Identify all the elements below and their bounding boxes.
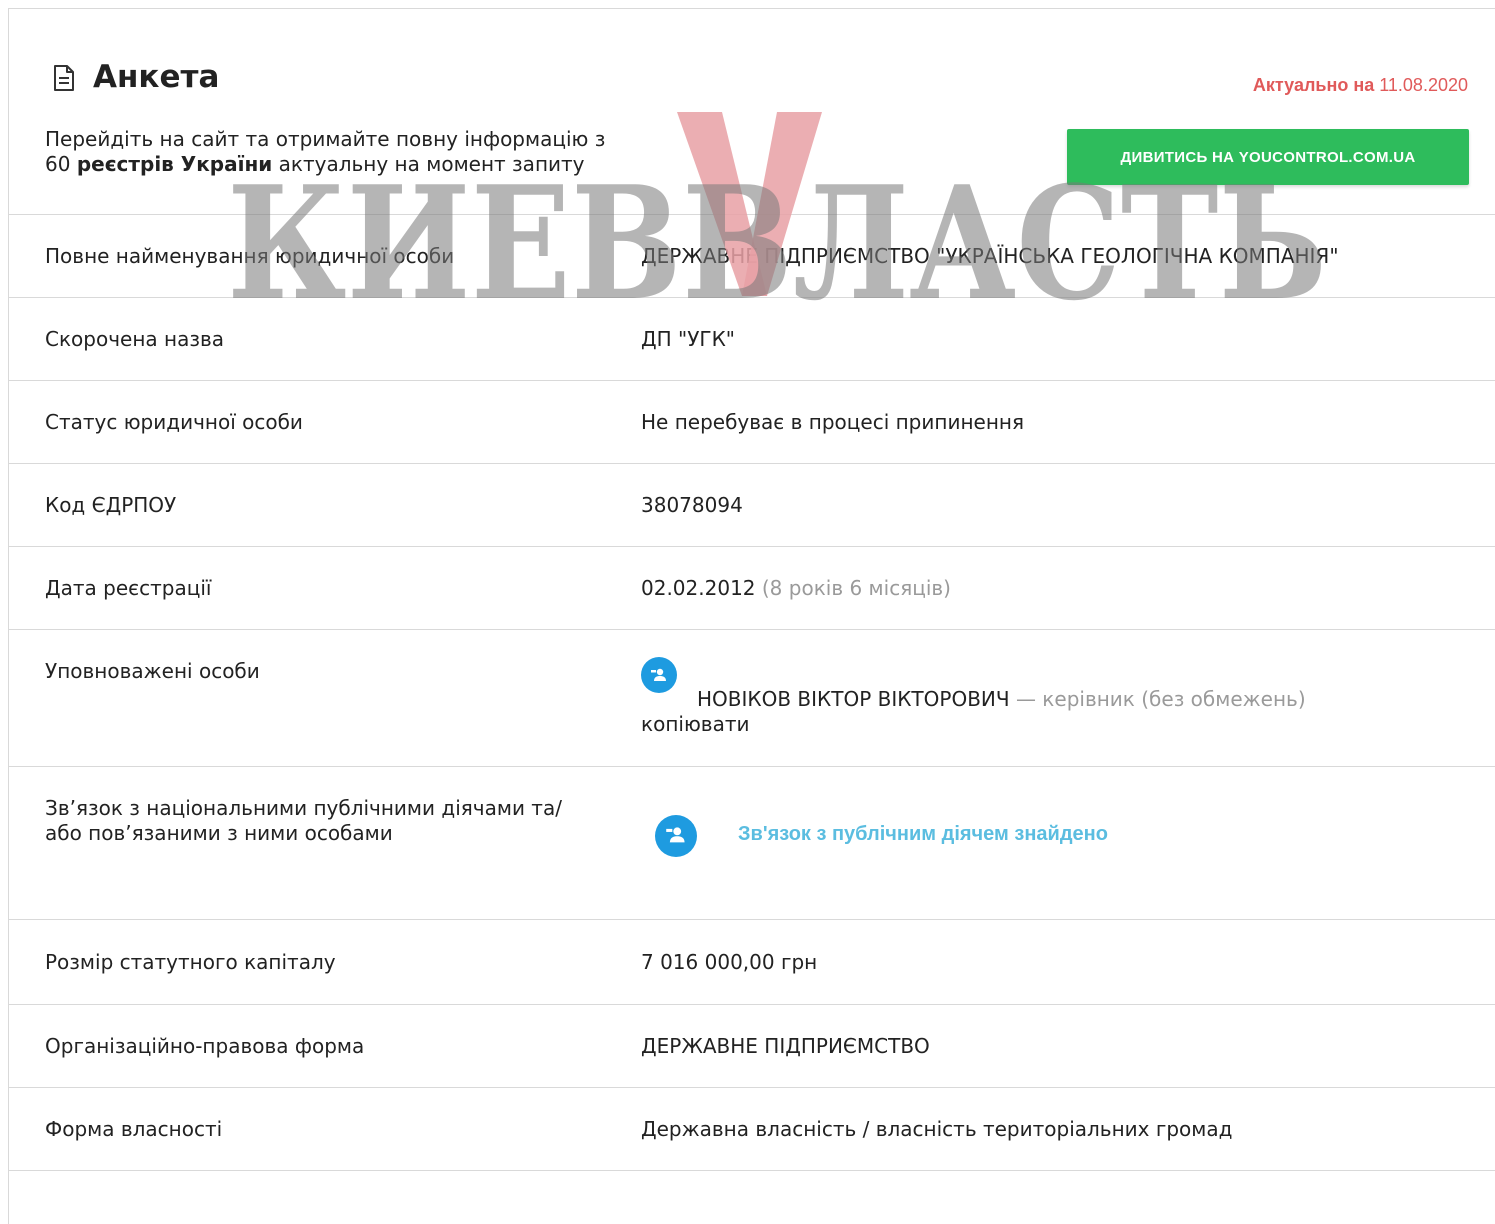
profile-header: Анкета Актуально на 11.08.2020 Перейдіть… — [9, 9, 1495, 215]
row-pep: Зв’язок з національними публічними діяча… — [9, 767, 1495, 920]
row-value: ДЕРЖАВНЕ ПІДПРИЄМСТВО "УКРАЇНСЬКА ГЕОЛОГ… — [641, 244, 1339, 268]
row-label: Розмір статутного капіталу — [45, 950, 336, 974]
person-role: — керівник (без обмежень) — [1015, 687, 1306, 711]
row-status: Статус юридичної особи Не перебуває в пр… — [9, 381, 1495, 464]
row-full-name: Повне найменування юридичної особи ДЕРЖА… — [9, 214, 1495, 298]
actual-date-badge: Актуально на 11.08.2020 — [1253, 75, 1468, 96]
row-label: Код ЄДРПОУ — [45, 493, 177, 517]
actual-label: Актуально на — [1252, 75, 1375, 95]
youcontrol-button[interactable]: ДИВИТИСЬ НА YOUCONTROL.COM.UA — [1067, 129, 1469, 185]
pep-icon — [655, 815, 697, 857]
promo-count: 60 — [45, 152, 71, 176]
promo-text: Перейдіть на сайт та отримайте повну інф… — [45, 127, 645, 177]
row-registration-date: Дата реєстрації 02.02.2012 (8 років 6 мі… — [9, 547, 1495, 630]
registration-date: 02.02.2012 — [641, 576, 756, 600]
row-label: Форма власності — [45, 1117, 223, 1141]
row-value: 02.02.2012 (8 років 6 місяців) — [641, 576, 1481, 601]
row-label: Зв’язок з національними публічними діяча… — [45, 796, 562, 845]
row-value: 7 016 000,00 грн — [641, 950, 818, 974]
row-label: Організаційно-правова форма — [45, 1034, 365, 1058]
promo-line1: Перейдіть на сайт та отримайте повну інф… — [45, 127, 606, 151]
row-edrpou: Код ЄДРПОУ 38078094 — [9, 464, 1495, 547]
page-title: Анкета — [93, 59, 220, 95]
registration-age: (8 років 6 місяців) — [761, 576, 951, 600]
promo-bold: реєстрів України — [76, 152, 273, 176]
row-short-name: Скорочена назва ДП "УГК" — [9, 298, 1495, 381]
document-icon — [53, 65, 75, 91]
row-ownership: Форма власності Державна власність / вла… — [9, 1088, 1495, 1171]
row-label: Дата реєстрації — [45, 576, 212, 600]
row-value: ДП "УГК" — [641, 327, 736, 351]
pep-found-link[interactable]: Зв'язок з публічним діячем знайдено — [738, 823, 1108, 846]
row-label: Скорочена назва — [45, 327, 225, 351]
actual-date: 11.08.2020 — [1379, 75, 1468, 95]
row-label: Уповноважені особи — [45, 659, 260, 683]
row-label: Статус юридичної особи — [45, 410, 303, 434]
row-value: ДЕРЖАВНЕ ПІДПРИЄМСТВО — [641, 1034, 930, 1058]
row-legal-form: Організаційно-правова форма ДЕРЖАВНЕ ПІД… — [9, 1005, 1495, 1088]
row-capital: Розмір статутного капіталу 7 016 000,00 … — [9, 920, 1495, 1005]
promo-tail: актуальну на момент запиту — [278, 152, 585, 176]
row-value: Не перебуває в процесі припинення — [641, 410, 1025, 434]
row-value: НОВІКОВ ВІКТОР ВІКТОРОВИЧ — керівник (бе… — [641, 657, 1481, 743]
row-label: Повне найменування юридичної особи — [45, 244, 455, 268]
person-name: НОВІКОВ ВІКТОР ВІКТОРОВИЧ — [697, 687, 1010, 711]
copy-link[interactable]: копіювати — [641, 712, 749, 736]
company-profile-card: Анкета Актуально на 11.08.2020 Перейдіть… — [8, 8, 1495, 1224]
row-value: 38078094 — [641, 493, 743, 517]
row-value: Державна власність / власність територіа… — [641, 1117, 1233, 1141]
row-authorized-persons: Уповноважені особи НОВІКОВ ВІКТОР ВІКТОР… — [9, 630, 1495, 767]
